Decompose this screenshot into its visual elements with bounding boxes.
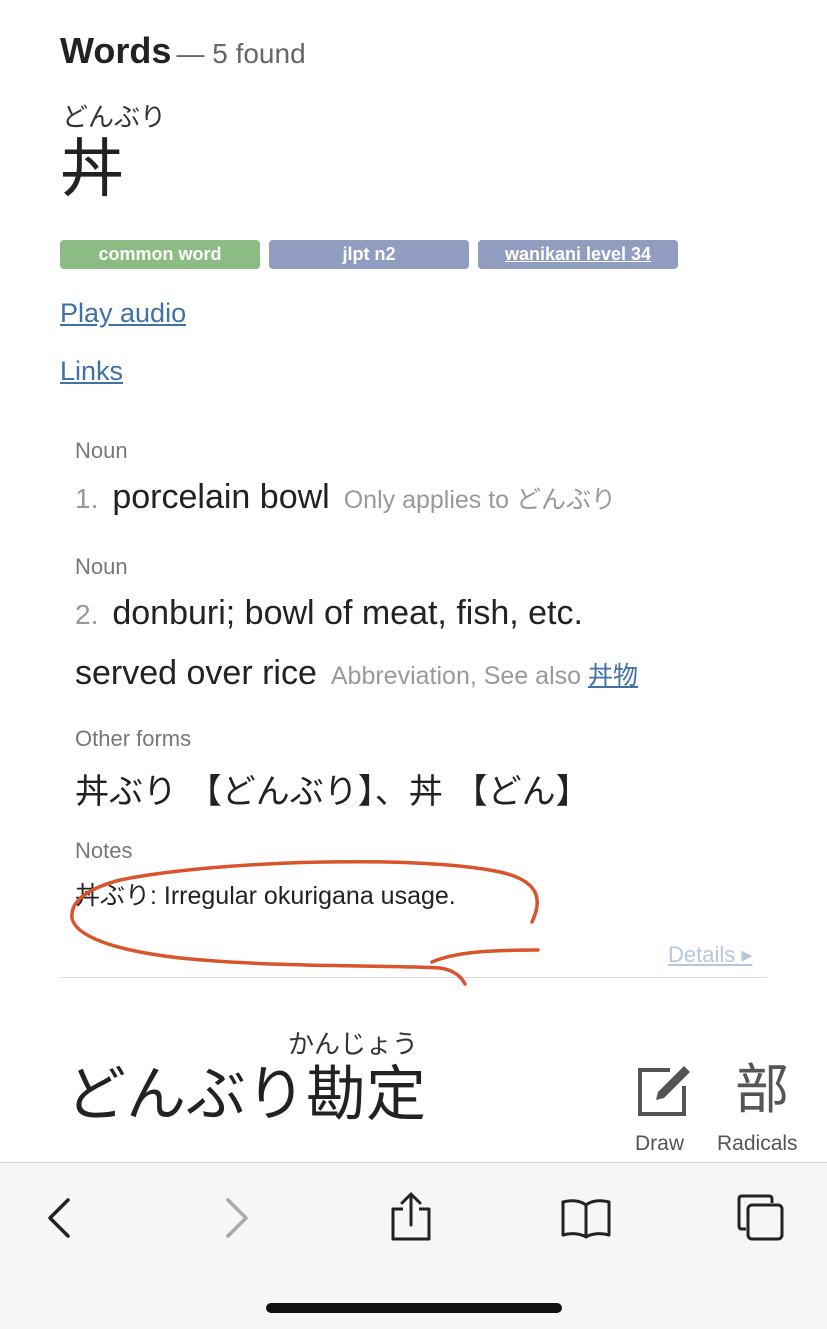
search-input[interactable]: どんぶり勘定: [66, 1058, 426, 1132]
results-heading: Words — 5 found: [60, 30, 306, 72]
share-icon[interactable]: [388, 1191, 434, 1243]
home-indicator: [266, 1303, 562, 1313]
notes-label: Notes: [75, 838, 133, 863]
section-title: Words: [60, 30, 172, 71]
sense-1: 1. porcelain bowl Only applies to どんぶり: [75, 478, 616, 517]
sense-2-info-prefix: Abbreviation, See also: [330, 662, 582, 690]
book-icon[interactable]: [560, 1197, 612, 1239]
entry-kanji: 丼: [60, 133, 124, 207]
sense-2-pos: Noun: [75, 554, 128, 579]
input-furigana: かんじょう: [288, 1030, 419, 1060]
links-link[interactable]: Links: [60, 356, 123, 387]
sense-1-info: Only applies to どんぶり: [343, 486, 617, 514]
other-forms-label: Other forms: [75, 726, 192, 751]
sense-2: 2. donburi; bowl of meat, fish, etc.: [75, 594, 583, 633]
entry-furigana: どんぶり: [62, 103, 167, 133]
play-audio-link[interactable]: Play audio: [60, 298, 186, 329]
tag-jlpt: jlpt n2: [269, 240, 469, 269]
results-count: — 5 found: [176, 38, 306, 69]
sense-1-number: 1.: [75, 483, 99, 514]
sense-2-meaning-line1: donburi; bowl of meat, fish, etc.: [112, 594, 583, 632]
sense-1-meaning: porcelain bowl: [112, 478, 330, 516]
sense-2-meaning-line2: served over rice: [75, 654, 317, 692]
chevron-right-icon[interactable]: [222, 1197, 252, 1239]
tag-wanikani-level[interactable]: wanikani level 34: [478, 240, 678, 269]
notes-text: 丼ぶり: Irregular okurigana usage.: [75, 882, 456, 910]
radicals-glyph-icon[interactable]: 部: [735, 1058, 789, 1122]
entry-divider: [60, 977, 767, 978]
other-forms: 丼ぶり 【どんぶり】、丼 【どん】: [75, 772, 590, 812]
sense-1-pos: Noun: [75, 438, 128, 463]
draw-label[interactable]: Draw: [635, 1132, 684, 1156]
chevron-left-icon[interactable]: [44, 1197, 74, 1239]
tag-common-word: common word: [60, 240, 260, 269]
sense-2-number: 2.: [75, 599, 99, 630]
pencil-square-icon[interactable]: [636, 1062, 694, 1118]
radicals-label[interactable]: Radicals: [717, 1132, 798, 1156]
sense-2-info: Abbreviation, See also 丼物: [331, 662, 638, 690]
tabs-icon[interactable]: [736, 1193, 786, 1243]
details-link[interactable]: Details ▸: [668, 942, 752, 968]
sense-2-continued: served over rice Abbreviation, See also 丼…: [75, 654, 638, 693]
see-also-link[interactable]: 丼物: [588, 662, 638, 690]
